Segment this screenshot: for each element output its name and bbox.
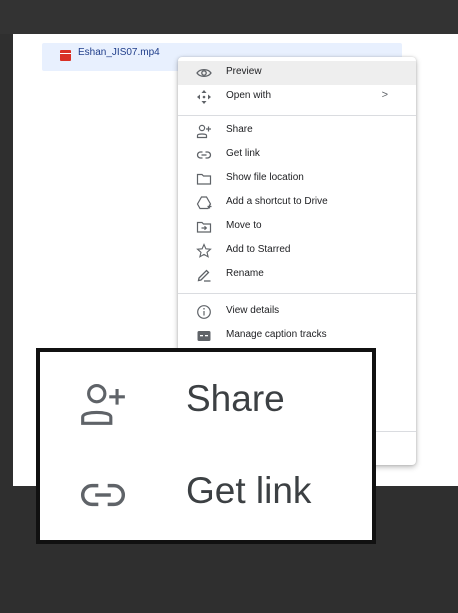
menu-item-label: Move to (226, 220, 262, 231)
link-icon (78, 470, 128, 520)
star-icon (196, 243, 212, 259)
menu-item-add-shortcut[interactable]: Add a shortcut to Drive (178, 191, 416, 215)
menu-item-label: Manage caption tracks (226, 329, 327, 340)
person-add-icon (196, 123, 212, 139)
pencil-icon (196, 267, 212, 283)
menu-item-show-file-location[interactable]: Show file location (178, 167, 416, 191)
zoom-callout: Share Get link (36, 348, 376, 544)
drive-shortcut-icon (196, 195, 212, 211)
zoom-get-link-row: Get link (40, 448, 372, 538)
menu-item-share[interactable]: Share (178, 119, 416, 143)
video-file-icon (60, 50, 71, 61)
menu-item-manage-captions[interactable]: Manage caption tracks (178, 324, 416, 348)
top-dark-band (0, 0, 458, 34)
link-icon (196, 147, 212, 163)
menu-divider (178, 115, 416, 116)
menu-item-label: Share (226, 124, 253, 135)
menu-item-preview[interactable]: Preview (178, 61, 416, 85)
menu-item-open-with[interactable]: Open with > (178, 85, 416, 109)
menu-divider (178, 293, 416, 294)
menu-item-label: Preview (226, 66, 262, 77)
closed-caption-icon (196, 328, 212, 344)
menu-item-label: Add a shortcut to Drive (226, 196, 328, 207)
menu-item-label: Rename (226, 268, 264, 279)
move-to-folder-icon (196, 219, 212, 235)
zoom-share-label: Share (186, 378, 285, 419)
folder-icon (196, 171, 212, 187)
move-arrows-icon (196, 89, 212, 105)
menu-item-rename[interactable]: Rename (178, 263, 416, 287)
menu-item-label: View details (226, 305, 280, 316)
zoom-get-link-label: Get link (186, 470, 312, 511)
submenu-chevron-icon: > (381, 89, 388, 101)
eye-icon (196, 65, 212, 81)
menu-item-label: Show file location (226, 172, 304, 183)
menu-item-label: Open with (226, 90, 272, 101)
menu-item-view-details[interactable]: View details (178, 300, 416, 324)
zoom-share-row: Share (40, 356, 372, 446)
file-name[interactable]: Eshan_JIS07.mp4 (78, 47, 160, 58)
menu-item-add-starred[interactable]: Add to Starred (178, 239, 416, 263)
menu-item-move-to[interactable]: Move to (178, 215, 416, 239)
person-add-icon (78, 378, 128, 428)
menu-item-get-link[interactable]: Get link (178, 143, 416, 167)
menu-item-label: Get link (226, 148, 260, 159)
menu-item-label: Add to Starred (226, 244, 291, 255)
info-icon (196, 304, 212, 320)
